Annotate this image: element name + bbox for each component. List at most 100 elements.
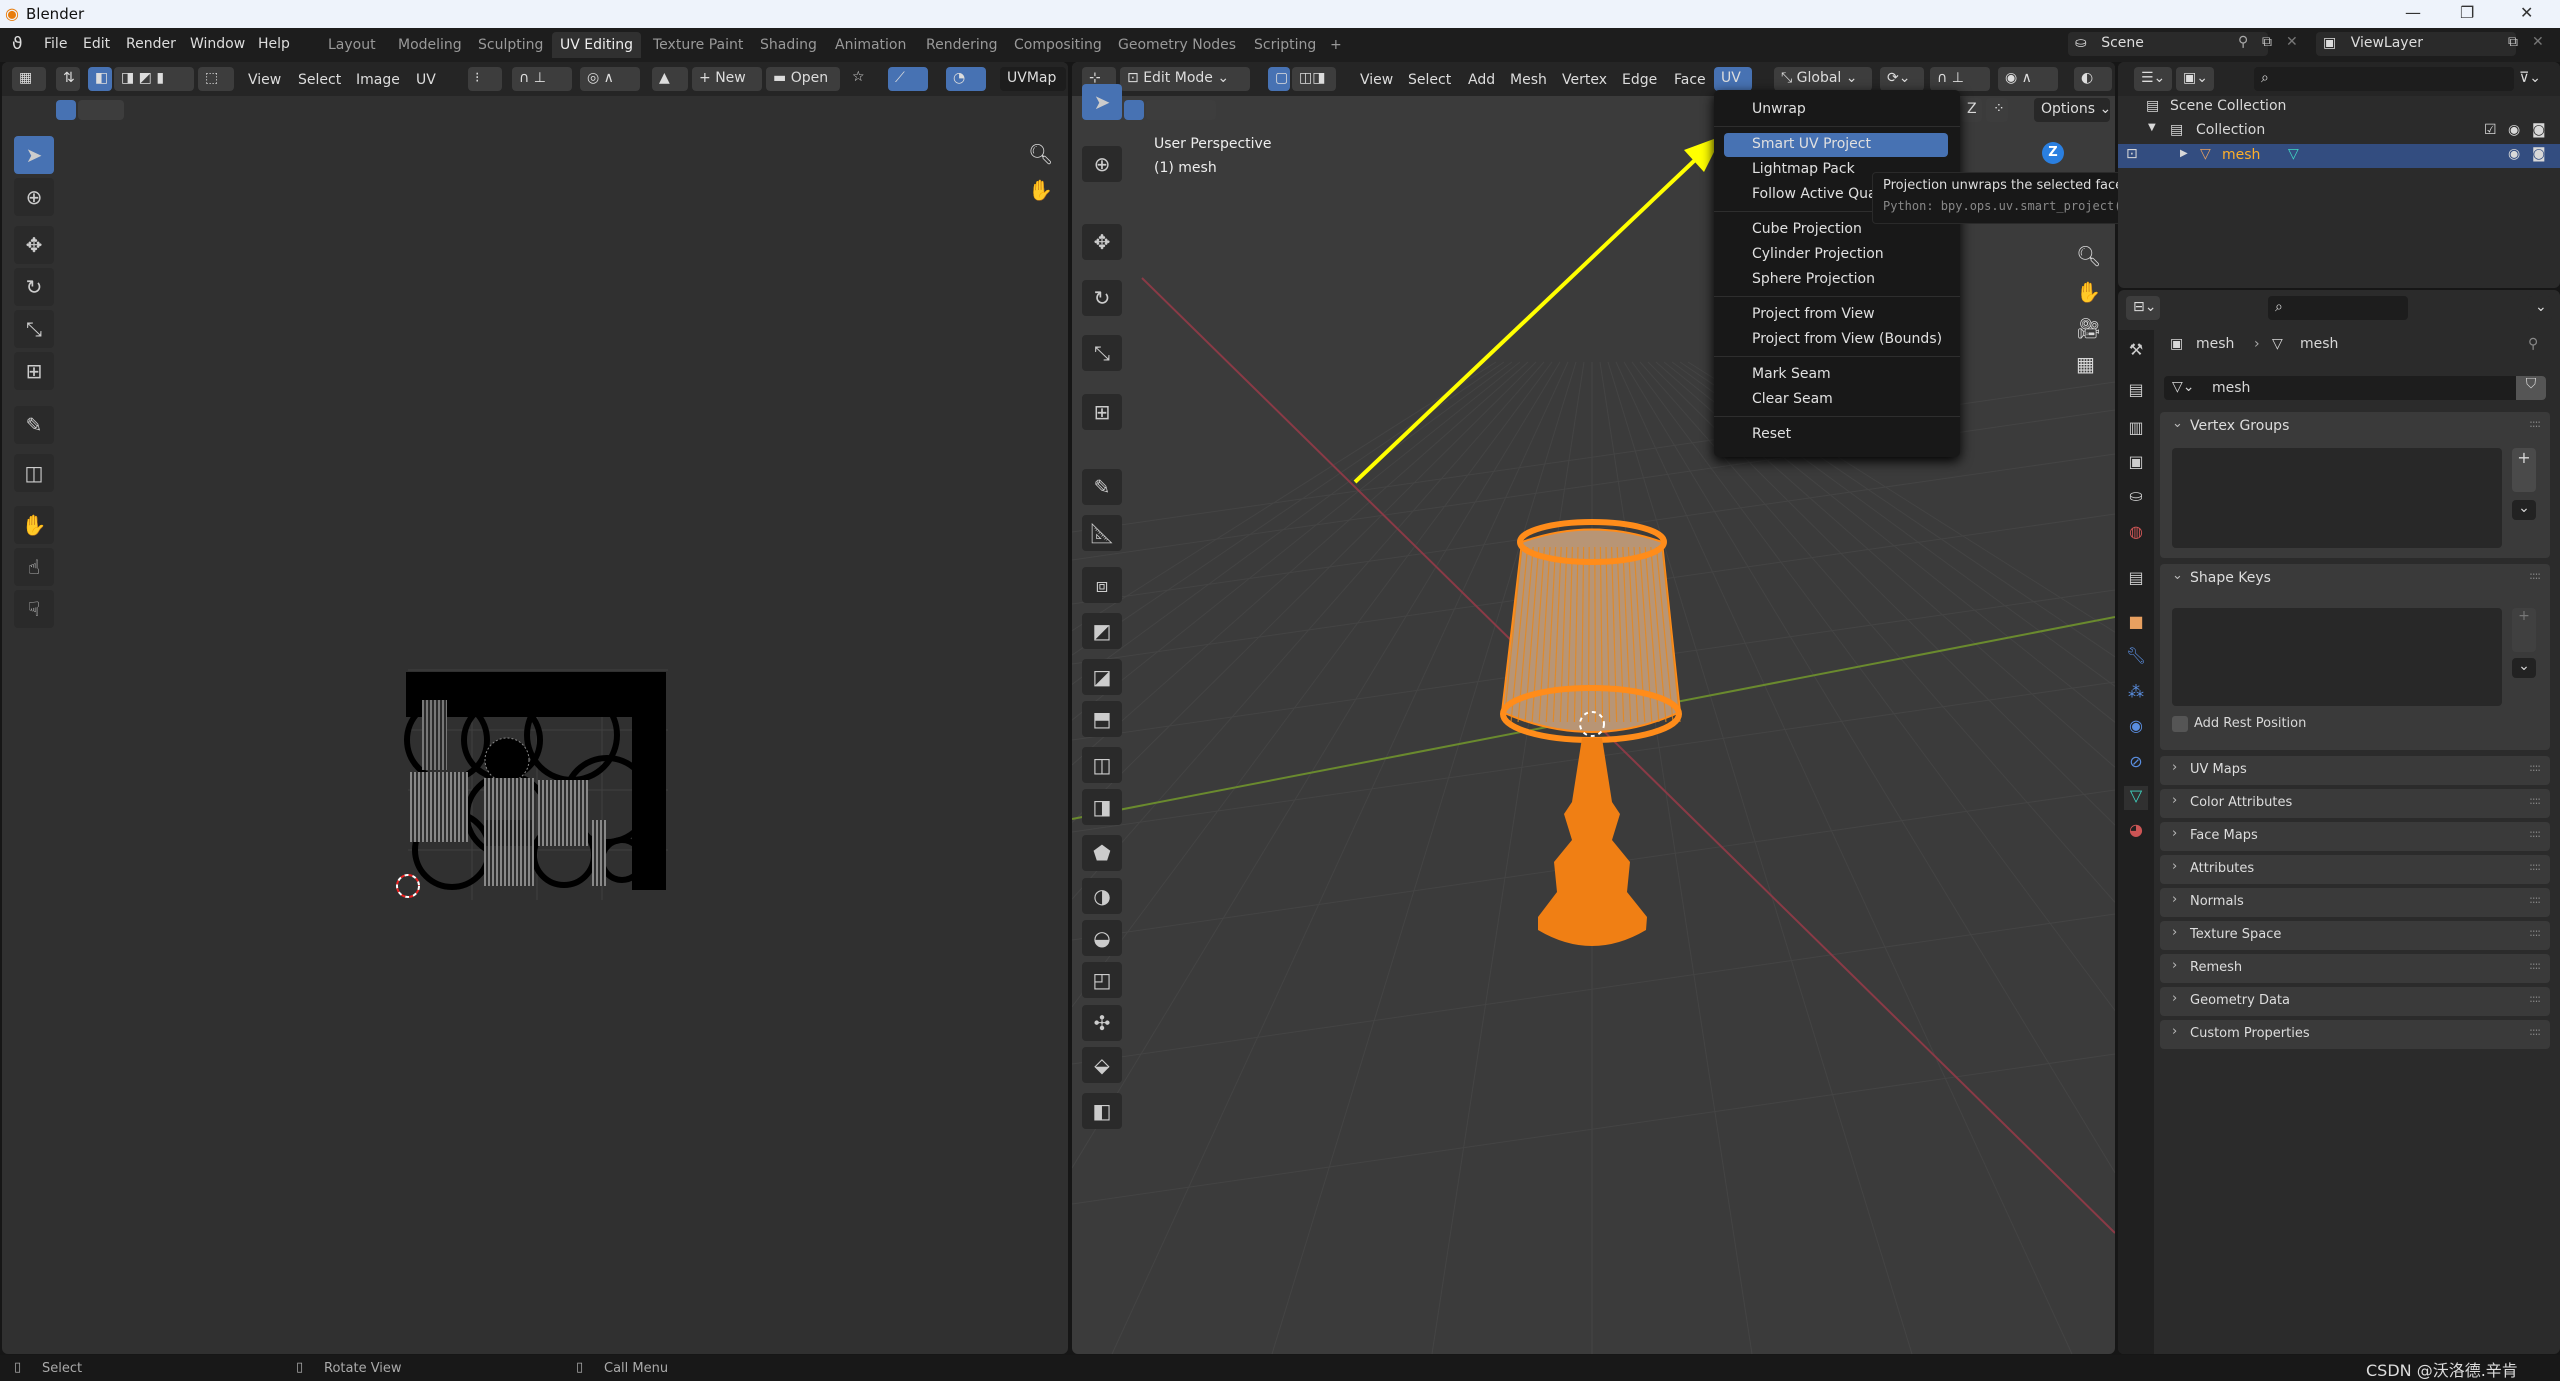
properties-tab-view-layer-icon[interactable]: ▣ [2124,452,2148,476]
tool-knife-icon[interactable]: ◨ [1082,789,1122,826]
menu-item-unwrap[interactable]: Unwrap [1724,98,1948,122]
tool-rip-region-icon[interactable]: ◧ [1082,1093,1122,1130]
tool-select-box-icon[interactable]: ➤ [1082,83,1122,120]
delete-scene-icon[interactable]: ✕ [2286,34,2298,50]
uvmap-selector[interactable]: UVMap [1000,67,1066,91]
menu-select[interactable]: Select [1408,72,1451,88]
image-browse-icon[interactable]: ▲ [652,67,688,91]
mesh-browse-icon[interactable]: ▽⌄ [2172,379,2195,395]
menu-item-mark-seam[interactable]: Mark Seam [1724,363,1948,387]
properties-tab-object-icon[interactable]: ■ [2124,612,2148,636]
new-image-button[interactable]: + New [692,67,762,91]
select-box-mode-icon[interactable] [56,100,76,120]
add-rest-position-checkbox[interactable] [2172,716,2188,732]
mirror-icon[interactable]: ⁘ [1986,98,2008,122]
tab-geometry-nodes[interactable]: Geometry Nodes [1110,32,1244,58]
vertex-group-menu-button[interactable]: ⌄ [2512,500,2536,520]
tool-rip-icon[interactable]: ◫ [14,454,54,492]
expand-icon[interactable]: ▶ [2180,148,2188,159]
properties-tab-constraints-icon[interactable]: ⊘ [2124,752,2148,776]
tab-animation[interactable]: Animation [827,32,914,58]
properties-search-input[interactable]: ⌕ [2268,296,2408,320]
new-scene-icon[interactable]: ⧉ [2262,34,2272,50]
close-button[interactable]: ✕ [2520,3,2533,22]
visibility-icon[interactable]: ◐ [2074,67,2112,91]
tool-scale-icon[interactable]: ⤡ [14,310,54,348]
properties-tab-modifier-icon[interactable]: 🔧︎ [2124,646,2148,670]
tab-uv-editing[interactable]: UV Editing [552,32,642,58]
menu-face[interactable]: Face [1674,72,1706,88]
sync-selection-icon[interactable]: ⇅ [56,67,80,91]
tab-sculpting[interactable]: Sculpting [470,32,551,58]
tool-poly-build-icon[interactable]: ⬟ [1082,835,1122,872]
drag-grip-icon[interactable]: :::: [2529,417,2541,430]
pan-view-icon[interactable]: ✋ [2076,280,2101,304]
tool-rotate-icon[interactable]: ↻ [14,268,54,306]
properties-tab-render-icon[interactable]: ▤ [2124,380,2148,404]
shape-key-menu-button[interactable]: ⌄ [2512,658,2536,678]
panel-remesh[interactable]: › Remesh:::: [2160,954,2550,983]
properties-tab-data-icon[interactable]: ▽ [2124,786,2148,810]
menu-add[interactable]: Add [1468,72,1495,88]
tab-compositing[interactable]: Compositing [1006,32,1110,58]
pin-icon[interactable]: ⚲ [2528,336,2538,352]
options-dropdown[interactable]: Options ⌄ [2034,98,2111,122]
select-mode-icons[interactable]: ◨ ◩ ▮ [114,67,194,91]
properties-tab-scene-icon[interactable]: ⛀ [2124,486,2148,510]
pan-view-icon[interactable]: ✋ [1028,178,1053,202]
tool-bevel-icon[interactable]: ⬒ [1082,701,1122,738]
axis-z-toggle[interactable]: Z [1960,98,1982,122]
tab-rendering[interactable]: Rendering [918,32,1006,58]
vertex-mode-icon[interactable]: ▢ [1268,67,1290,91]
panel-geometry-data[interactable]: › Geometry Data:::: [2160,987,2550,1016]
gizmo-z-axis[interactable]: Z [2042,142,2064,164]
zoom-view-icon[interactable]: 🔍︎ [2076,244,2101,268]
tab-shading[interactable]: Shading [752,32,825,58]
editor-type-icon[interactable]: ▦ [12,67,46,91]
minimize-button[interactable]: — [2405,3,2421,22]
outliner-search-input[interactable]: ⌕ [2254,67,2514,91]
menu-item-project-from-view[interactable]: Project from View [1724,303,1948,327]
menu-item-cylinder-projection[interactable]: Cylinder Projection [1724,243,1948,267]
uv-menu-uv[interactable]: UV [416,72,436,88]
blender-menu-icon[interactable]: ϑ [12,34,23,54]
panel-uv-maps[interactable]: › UV Maps:::: [2160,756,2550,785]
tool-inset-icon[interactable]: ◪ [1082,658,1122,695]
fake-user-shield-icon[interactable]: ⛉ [2516,376,2546,400]
tool-move-icon[interactable]: ✥ [1082,224,1122,261]
tool-relax-icon[interactable]: ☝ [14,548,54,586]
panel-attributes[interactable]: › Attributes:::: [2160,855,2550,884]
collapse-chevron-icon[interactable]: ⌄ [2172,568,2183,583]
proportional-edit-icon[interactable]: ◎ ∧ [580,67,640,91]
menu-item-sphere-projection[interactable]: Sphere Projection [1724,268,1948,292]
uv-sculpt-icon[interactable]: ⟋ [888,67,928,91]
properties-tab-tool-icon[interactable]: ⚒ [2124,340,2148,364]
tool-move-icon[interactable]: ✥ [14,226,54,264]
tool-smooth-icon[interactable]: ◒ [1082,920,1122,957]
tool-annotate-icon[interactable]: ✎ [14,406,54,444]
menu-window[interactable]: Window [190,36,245,52]
uv-menu-view[interactable]: View [248,72,281,88]
menu-render[interactable]: Render [126,36,176,52]
tool-pinch-icon[interactable]: ☟ [14,590,54,628]
zoom-view-icon[interactable]: 🔍︎ [1028,142,1053,166]
collection-label[interactable]: Collection [2196,122,2265,138]
vertex-groups-list[interactable] [2172,448,2502,548]
uv-menu-select[interactable]: Select [298,72,341,88]
camera-icon[interactable]: ◙ [2532,122,2546,138]
eye-icon[interactable]: ◉ [2508,122,2520,138]
panel-custom-properties[interactable]: › Custom Properties:::: [2160,1020,2550,1049]
proportional-edit-icon[interactable]: ◉ ∧ [1998,67,2058,91]
menu-item-smart-uv-project[interactable]: Smart UV Project [1724,133,1948,157]
panel-color-attributes[interactable]: › Color Attributes:::: [2160,789,2550,818]
orientation-selector[interactable]: ⤡ Global ⌄ [1774,67,1872,91]
tool-extrude-icon[interactable]: ◩ [1082,613,1122,650]
panel-texture-space[interactable]: › Texture Space:::: [2160,921,2550,950]
tab-modeling[interactable]: Modeling [390,32,470,58]
camera-view-icon[interactable]: 🎥︎ [2076,316,2101,340]
mode-selector[interactable]: ⊡ Edit Mode ⌄ [1120,67,1250,91]
tool-add-cube-icon[interactable]: ⧈ [1082,567,1122,604]
display-mode-icon[interactable]: ☰⌄ [2134,67,2172,91]
tool-transform-icon[interactable]: ⊞ [14,352,54,390]
menu-uv[interactable]: UV [1714,67,1752,91]
